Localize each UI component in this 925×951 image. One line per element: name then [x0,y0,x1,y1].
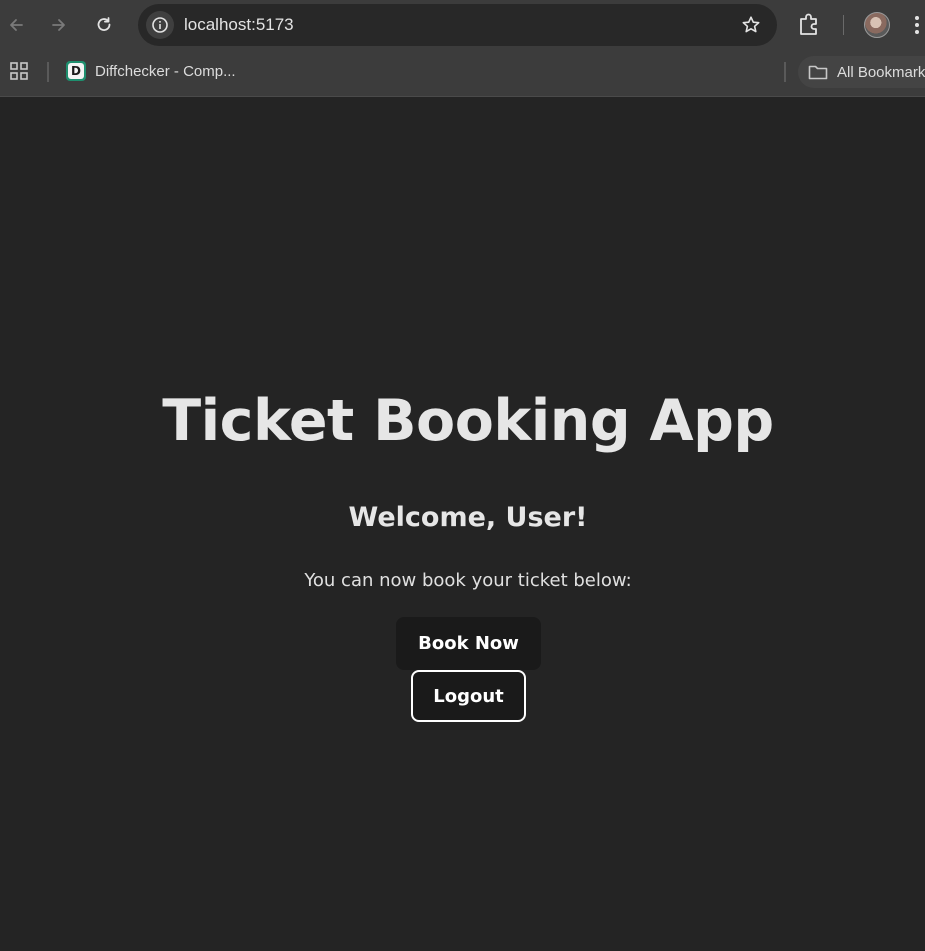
folder-icon [808,65,828,80]
site-info-icon [152,17,168,33]
back-icon [10,19,23,31]
bookmark-label: Diffchecker - Comp... [95,62,236,80]
app-content: Ticket Booking App Welcome, User! You ca… [0,97,925,951]
profile-avatar[interactable] [864,12,890,38]
logout-button[interactable]: Logout [411,670,526,722]
browser-chrome: localhost:5173 D Diffchecker - Comp... A… [0,0,925,97]
reload-button[interactable] [88,9,120,41]
book-now-button[interactable]: Book Now [396,617,541,670]
back-button[interactable] [0,9,32,41]
welcome-heading: Welcome, User! [348,502,588,533]
bookmarks-separator [784,62,786,82]
bookmarks-separator [47,62,49,82]
extensions-icon[interactable] [796,10,824,38]
bookmarks-bar: D Diffchecker - Comp... All Bookmarks [0,50,925,96]
page-title: Ticket Booking App [162,388,774,454]
url-text[interactable]: localhost:5173 [184,15,294,35]
diffchecker-favicon: D [66,61,86,81]
address-bar[interactable]: localhost:5173 [138,4,777,46]
bookmark-diffchecker[interactable]: D Diffchecker - Comp... [66,58,236,84]
toolbar-separator [843,15,844,35]
booking-instructions: You can now book your ticket below: [304,570,632,591]
forward-button[interactable] [43,9,75,41]
menu-icon[interactable] [913,13,921,37]
star-icon[interactable] [741,15,761,35]
all-bookmarks-button[interactable]: All Bookmarks [798,56,925,88]
all-bookmarks-label: All Bookmarks [837,63,925,81]
site-info-button[interactable] [146,11,174,39]
browser-toolbar: localhost:5173 [0,0,925,50]
forward-icon [52,19,65,31]
reload-icon [97,17,111,31]
apps-icon[interactable] [10,62,28,80]
